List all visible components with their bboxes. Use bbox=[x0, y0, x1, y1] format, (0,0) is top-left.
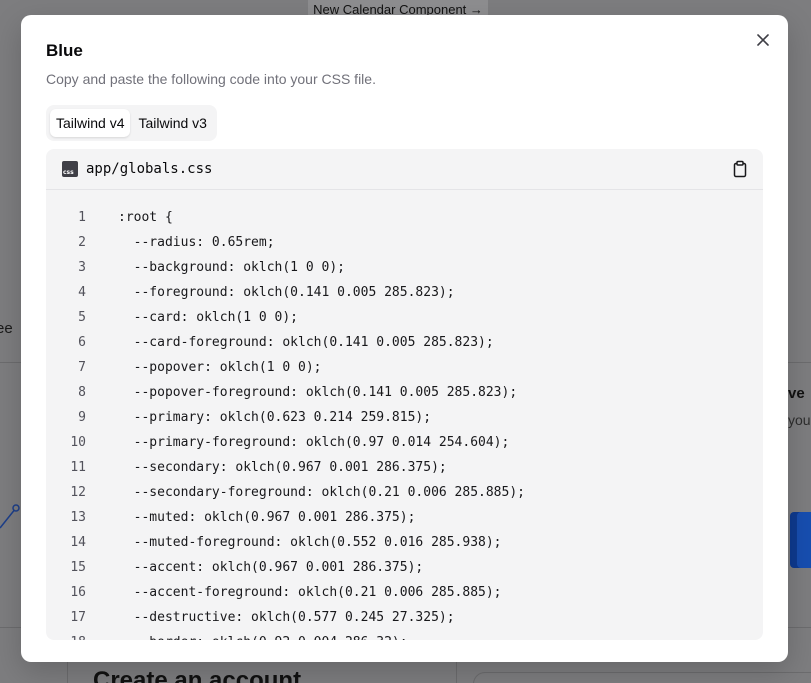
background-text: ee bbox=[0, 320, 13, 337]
code-line: 14 --muted-foreground: oklch(0.552 0.016… bbox=[46, 530, 763, 555]
background-card bbox=[473, 672, 811, 683]
background-button bbox=[797, 512, 811, 568]
line-content: --primary-foreground: oklch(0.97 0.014 2… bbox=[118, 435, 510, 450]
line-content: --accent-foreground: oklch(0.21 0.006 28… bbox=[118, 585, 502, 600]
tailwind-version-tabs: Tailwind v4 Tailwind v3 bbox=[46, 105, 217, 141]
css-file-icon: css bbox=[62, 161, 78, 177]
line-content: --border: oklch(0.92 0.004 286.32); bbox=[118, 635, 408, 640]
line-number: 16 bbox=[70, 585, 86, 600]
code-line: 18 --border: oklch(0.92 0.004 286.32); bbox=[46, 630, 763, 640]
line-number: 8 bbox=[78, 385, 86, 400]
code-line: 7 --popover: oklch(1 0 0); bbox=[46, 355, 763, 380]
line-number: 11 bbox=[70, 460, 86, 475]
code-line: 15 --accent: oklch(0.967 0.001 286.375); bbox=[46, 555, 763, 580]
code-block: 1:root {2 --radius: 0.65rem; 3 --backgrou… bbox=[46, 190, 763, 640]
line-number: 9 bbox=[78, 410, 86, 425]
line-number: 1 bbox=[78, 210, 86, 225]
line-content: :root { bbox=[118, 210, 173, 225]
dialog-title: Blue bbox=[46, 41, 83, 60]
line-number: 3 bbox=[78, 260, 86, 275]
line-number: 17 bbox=[70, 610, 86, 625]
code-line: 17 --destructive: oklch(0.577 0.245 27.3… bbox=[46, 605, 763, 630]
code-line: 9 --primary: oklch(0.623 0.214 259.815); bbox=[46, 405, 763, 430]
code-line: 11 --secondary: oklch(0.967 0.001 286.37… bbox=[46, 455, 763, 480]
line-number: 10 bbox=[70, 435, 86, 450]
clipboard-icon bbox=[733, 160, 747, 178]
code-header: css app/globals.css bbox=[46, 149, 763, 190]
line-content: --popover: oklch(1 0 0); bbox=[118, 360, 322, 375]
background-card-title: ve bbox=[788, 385, 805, 402]
line-content: --popover-foreground: oklch(0.141 0.005 … bbox=[118, 385, 518, 400]
code-line: 5 --card: oklch(1 0 0); bbox=[46, 305, 763, 330]
line-number: 14 bbox=[70, 535, 86, 550]
code-line: 12 --secondary-foreground: oklch(0.21 0.… bbox=[46, 480, 763, 505]
line-content: --radius: 0.65rem; bbox=[118, 235, 275, 250]
line-content: --muted-foreground: oklch(0.552 0.016 28… bbox=[118, 535, 502, 550]
close-icon bbox=[757, 34, 769, 46]
line-number: 2 bbox=[78, 235, 86, 250]
code-line: 13 --muted: oklch(0.967 0.001 286.375); bbox=[46, 505, 763, 530]
dialog-description: Copy and paste the following code into y… bbox=[46, 71, 376, 87]
code-panel: css app/globals.css 1 :root { 2 --radius: … bbox=[46, 149, 763, 640]
tab-tailwind-v3[interactable]: Tailwind v3 bbox=[132, 109, 212, 137]
line-number: 5 bbox=[78, 310, 86, 325]
line-content: --muted: oklch(0.967 0.001 286.375); bbox=[118, 510, 416, 525]
css-badge-label: css bbox=[63, 169, 74, 176]
code-line: 1 :root { bbox=[46, 205, 763, 230]
line-number: 6 bbox=[78, 335, 86, 350]
code-line: 3 --background: oklch(1 0 0); bbox=[46, 255, 763, 280]
line-content: --card: oklch(1 0 0); bbox=[118, 310, 299, 325]
line-content: --foreground: oklch(0.141 0.005 285.823)… bbox=[118, 285, 455, 300]
line-number: 7 bbox=[78, 360, 86, 375]
theme-code-dialog: Blue Copy and paste the following code i… bbox=[21, 15, 788, 662]
line-content: --secondary-foreground: oklch(0.21 0.006… bbox=[118, 485, 525, 500]
line-content: --secondary: oklch(0.967 0.001 286.375); bbox=[118, 460, 447, 475]
code-line: 4 --foreground: oklch(0.141 0.005 285.82… bbox=[46, 280, 763, 305]
line-content: --accent: oklch(0.967 0.001 286.375); bbox=[118, 560, 424, 575]
line-number: 18 bbox=[46, 635, 86, 640]
code-line: 10 --primary-foreground: oklch(0.97 0.01… bbox=[46, 430, 763, 455]
line-content: --primary: oklch(0.623 0.214 259.815); bbox=[118, 410, 432, 425]
code-line: 8 --popover-foreground: oklch(0.141 0.00… bbox=[46, 380, 763, 405]
code-line: 6 --card-foreground: oklch(0.141 0.005 2… bbox=[46, 330, 763, 355]
line-number: 13 bbox=[70, 510, 86, 525]
background-card-subtitle: you bbox=[788, 412, 811, 428]
close-button[interactable] bbox=[752, 29, 774, 51]
copy-code-button[interactable] bbox=[731, 160, 749, 178]
tab-tailwind-v4[interactable]: Tailwind v4 bbox=[50, 109, 131, 137]
line-number: 12 bbox=[70, 485, 86, 500]
line-content: --background: oklch(1 0 0); bbox=[118, 260, 345, 275]
code-line: 2 --radius: 0.65rem; bbox=[46, 230, 763, 255]
code-line: 16 --accent-foreground: oklch(0.21 0.006… bbox=[46, 580, 763, 605]
line-content: --card-foreground: oklch(0.141 0.005 285… bbox=[118, 335, 494, 350]
file-name: app/globals.css bbox=[86, 161, 213, 177]
background-heading: Create an account bbox=[93, 667, 302, 683]
line-number: 4 bbox=[78, 285, 86, 300]
line-content: --destructive: oklch(0.577 0.245 27.325)… bbox=[118, 610, 455, 625]
line-number: 15 bbox=[70, 560, 86, 575]
